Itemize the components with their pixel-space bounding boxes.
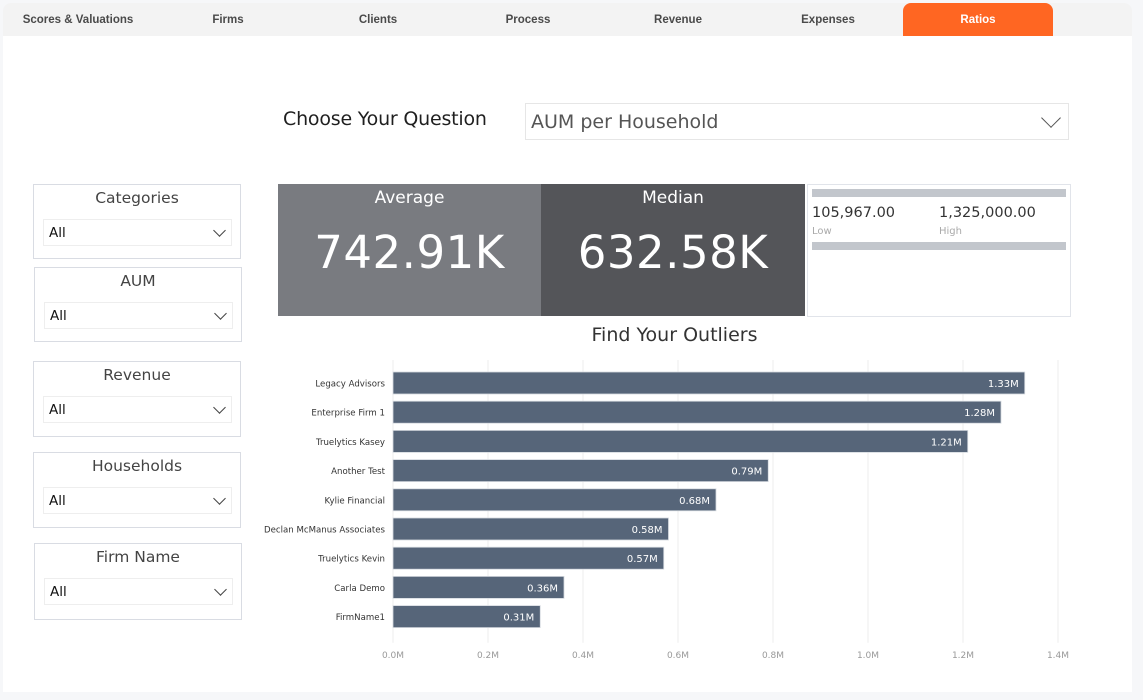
aum-dropdown[interactable]: All: [44, 302, 233, 329]
category-label: FirmName1: [336, 613, 385, 623]
x-tick-label: 1.2M: [952, 651, 974, 660]
bar[interactable]: [392, 400, 1002, 424]
x-tick-label: 0.4M: [572, 651, 594, 660]
bar[interactable]: [392, 546, 665, 570]
dropdown-value: All: [49, 492, 66, 509]
categories-dropdown[interactable]: All: [43, 219, 232, 246]
revenue-dropdown[interactable]: All: [43, 396, 232, 423]
chevron-down-icon: [1041, 107, 1061, 128]
tab-process[interactable]: Process: [453, 3, 603, 36]
chart-title: Find Your Outliers: [591, 324, 758, 346]
bar-value-label: 0.68M: [679, 496, 710, 507]
category-label: Kylie Financial: [324, 496, 385, 506]
bar-value-label: 0.57M: [627, 554, 658, 565]
slicer-title: Revenue: [103, 366, 171, 384]
slicer-households: Households All: [33, 452, 241, 528]
bar-value-label: 0.58M: [632, 525, 663, 536]
category-label: Legacy Advisors: [315, 380, 385, 390]
x-tick-label: 1.0M: [857, 651, 879, 660]
chevron-down-icon: [213, 223, 226, 237]
bar[interactable]: [392, 371, 1026, 395]
category-label: Carla Demo: [334, 584, 385, 594]
slicer-title: AUM: [120, 272, 156, 290]
x-tick-label: 0.2M: [477, 651, 499, 660]
category-label: Declan McManus Associates: [264, 526, 386, 536]
slicer-title: Firm Name: [96, 548, 180, 566]
chevron-down-icon: [213, 400, 226, 414]
x-tick-label: 0.0M: [382, 651, 404, 660]
median-card: Median 632.58K: [541, 184, 805, 316]
low-label: Low: [812, 226, 832, 237]
dropdown-value: All: [50, 583, 67, 600]
median-value: 632.58K: [577, 226, 769, 279]
chevron-down-icon: [214, 582, 227, 596]
bar-value-label: 1.28M: [964, 408, 995, 419]
bar[interactable]: [392, 517, 669, 541]
question-label: Choose Your Question: [283, 108, 487, 130]
low-value: 105,967.00: [812, 205, 896, 221]
x-tick-label: 0.6M: [667, 651, 689, 660]
firm-name-dropdown[interactable]: All: [44, 578, 233, 605]
slicer-title: Categories: [95, 189, 179, 207]
question-dropdown[interactable]: AUM per Household: [525, 103, 1069, 140]
slicer-firm-name: Firm Name All: [34, 543, 242, 620]
bar-value-label: 0.79M: [731, 467, 762, 478]
bar[interactable]: [392, 488, 717, 512]
tab-revenue[interactable]: Revenue: [603, 3, 753, 36]
bar-value-label: 1.33M: [988, 379, 1019, 390]
low-high-card: 105,967.00 Low 1,325,000.00 High: [807, 184, 1071, 317]
bar-value-label: 0.31M: [503, 613, 534, 624]
dropdown-value: All: [50, 307, 67, 324]
average-label: Average: [374, 188, 445, 208]
dropdown-value: All: [49, 401, 66, 418]
range-bar-top: [812, 189, 1066, 197]
bar[interactable]: [392, 430, 969, 453]
category-label: Truelytics Kasey: [315, 438, 385, 448]
tab-bar: Scores & Valuations Firms Clients Proces…: [3, 3, 1132, 36]
category-label: Enterprise Firm 1: [311, 409, 385, 419]
tab-firms[interactable]: Firms: [153, 3, 303, 36]
average-value: 742.91K: [314, 226, 505, 279]
median-label: Median: [642, 188, 704, 208]
bar[interactable]: [392, 459, 769, 482]
slicer-revenue: Revenue All: [33, 361, 241, 437]
tab-ratios[interactable]: Ratios: [903, 3, 1053, 36]
bar-value-label: 1.21M: [931, 437, 962, 448]
x-tick-label: 1.4M: [1047, 651, 1069, 660]
households-dropdown[interactable]: All: [43, 487, 232, 514]
tab-expenses[interactable]: Expenses: [753, 3, 903, 36]
category-label: Truelytics Kevin: [317, 555, 385, 565]
chevron-down-icon: [214, 306, 227, 320]
range-bar-bottom: [812, 242, 1066, 250]
slicer-categories: Categories All: [33, 184, 241, 259]
slicer-title: Households: [91, 457, 183, 475]
bar-value-label: 0.36M: [527, 583, 558, 594]
tab-scores-valuations[interactable]: Scores & Valuations: [3, 3, 153, 36]
average-card: Average 742.91K: [278, 184, 541, 316]
question-selected-value: AUM per Household: [531, 110, 719, 133]
outliers-bar-chart: 1.33M 1.28M 1.21M 0.79M 0.68M 0.58M 0.57M 0.36M…: [264, 360, 1069, 660]
x-tick-label: 0.8M: [762, 651, 784, 660]
dropdown-value: All: [49, 224, 66, 241]
tab-clients[interactable]: Clients: [303, 3, 453, 36]
slicer-aum: AUM All: [34, 267, 242, 342]
category-label: Another Test: [331, 467, 386, 477]
chevron-down-icon: [213, 491, 226, 505]
high-label: High: [939, 226, 962, 237]
high-value: 1,325,000.00: [939, 205, 1036, 221]
